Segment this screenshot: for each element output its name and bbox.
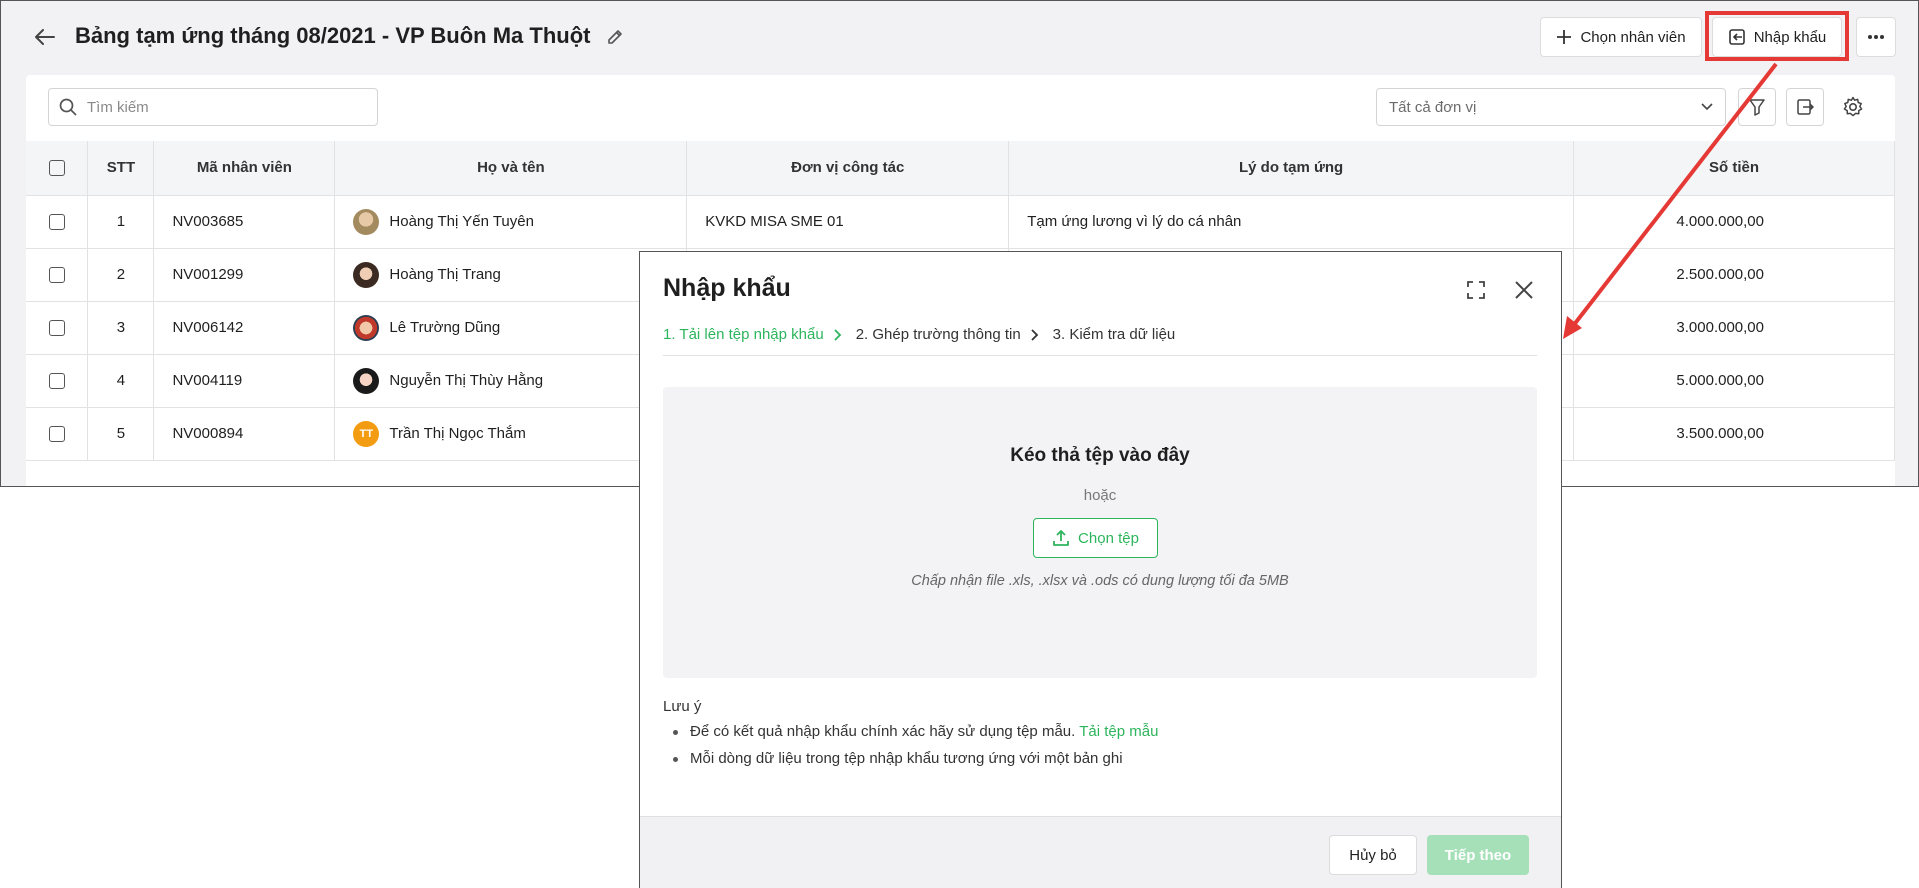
filter-icon xyxy=(1749,99,1765,116)
row-employee-name: Trần Thị Ngọc Thắm xyxy=(389,425,526,442)
gear-icon xyxy=(1843,96,1863,117)
page-title: Bảng tạm ứng tháng 08/2021 - VP Buôn Ma … xyxy=(75,23,591,48)
top-bar: Bảng tạm ứng tháng 08/2021 - VP Buôn Ma … xyxy=(1,1,1918,73)
note-item: Để có kết quả nhập khẩu chính xác hãy sử… xyxy=(663,723,1158,740)
cancel-button[interactable]: Hủy bỏ xyxy=(1329,835,1417,875)
export-icon xyxy=(1797,99,1814,115)
chevron-right-icon xyxy=(1031,326,1039,344)
dropzone-hint: Chấp nhận file .xls, .xlsx và .ods có du… xyxy=(911,573,1289,589)
row-amount: 4.000.000,00 xyxy=(1573,195,1896,249)
select-employee-label: Chọn nhân viên xyxy=(1580,28,1686,46)
row-unit: KVKD MISA SME 01 xyxy=(686,195,1010,249)
row-checkbox[interactable] xyxy=(48,267,65,284)
row-employee-code: NV006142 xyxy=(153,301,336,355)
next-button[interactable]: Tiếp theo xyxy=(1427,835,1529,875)
column-header: Lý do tạm ứng xyxy=(1008,141,1574,196)
dropzone-title: Kéo thả tệp vào đây xyxy=(1010,445,1190,466)
row-employee-code: NV004119 xyxy=(153,354,336,408)
row-reason: Tạm ứng lương vì lý do cá nhân xyxy=(1008,195,1574,249)
column-header: Số tiền xyxy=(1573,141,1896,196)
row-checkbox[interactable] xyxy=(48,426,65,443)
avatar xyxy=(353,367,380,394)
table-header-row: STT Mã nhân viên Họ và tên Đơn vị công t… xyxy=(26,141,1896,196)
header-checkbox-cell[interactable] xyxy=(26,141,89,196)
chevron-down-icon xyxy=(1701,103,1713,111)
expand-icon[interactable] xyxy=(1464,278,1488,302)
search-icon xyxy=(59,98,77,116)
unit-filter-value: Tất cả đơn vị xyxy=(1389,98,1477,116)
unit-filter-select[interactable]: Tất cả đơn vị xyxy=(1376,88,1726,126)
row-employee-name: Nguyễn Thị Thùy Hằng xyxy=(389,372,544,389)
note-list: Để có kết quả nhập khẩu chính xác hãy sử… xyxy=(663,723,1158,777)
row-amount: 3.000.000,00 xyxy=(1573,301,1896,355)
row-stt: 5 xyxy=(87,407,155,461)
avatar xyxy=(353,261,380,288)
filter-button[interactable] xyxy=(1738,88,1776,126)
note-text: Để có kết quả nhập khẩu chính xác hãy sử… xyxy=(690,723,1076,740)
more-dots-icon xyxy=(1868,35,1884,39)
select-employee-button[interactable]: Chọn nhân viên xyxy=(1540,17,1702,57)
dropzone-or: hoặc xyxy=(1083,487,1117,504)
dialog-title: Nhập khẩu xyxy=(663,274,791,302)
import-label: Nhập khẩu xyxy=(1753,28,1827,46)
step-check-data[interactable]: 3. Kiểm tra dữ liệu xyxy=(1053,326,1176,343)
close-icon[interactable] xyxy=(1512,278,1536,302)
row-employee-code: NV003685 xyxy=(153,195,336,249)
note-title: Lưu ý xyxy=(663,698,702,715)
row-checkbox[interactable] xyxy=(48,373,65,390)
row-checkbox[interactable] xyxy=(48,320,65,337)
row-employee-name: Hoàng Thị Yến Tuyên xyxy=(389,213,534,230)
table-row[interactable]: 1 NV003685 Hoàng Thị Yến Tuyên KVKD MISA… xyxy=(26,195,1896,249)
step-indicator: 1. Tải lên tệp nhập khẩu 2. Ghép trường … xyxy=(663,326,1537,356)
dialog-footer: Hủy bỏ Tiếp theo xyxy=(640,816,1561,888)
avatar: TT xyxy=(353,420,380,447)
row-employee-name: Lê Trường Dũng xyxy=(389,319,501,336)
row-employee-code: NV001299 xyxy=(153,248,336,302)
back-arrow-icon[interactable] xyxy=(31,23,59,51)
chevron-right-icon xyxy=(834,326,842,344)
row-amount: 3.500.000,00 xyxy=(1573,407,1896,461)
column-header: Họ và tên xyxy=(334,141,688,196)
row-amount: 2.500.000,00 xyxy=(1573,248,1896,302)
row-checkbox[interactable] xyxy=(48,214,65,231)
row-stt: 2 xyxy=(87,248,155,302)
choose-file-button[interactable]: Chọn tệp xyxy=(1033,518,1158,558)
import-icon xyxy=(1728,29,1745,45)
step-upload[interactable]: 1. Tải lên tệp nhập khẩu xyxy=(663,326,824,343)
column-header: STT xyxy=(87,141,155,196)
file-dropzone[interactable]: Kéo thả tệp vào đây hoặc Chọn tệp Chấp n… xyxy=(663,387,1537,678)
search-input[interactable] xyxy=(87,98,357,116)
choose-file-label: Chọn tệp xyxy=(1078,529,1139,547)
avatar xyxy=(353,314,380,341)
row-stt: 4 xyxy=(87,354,155,408)
more-options-button[interactable] xyxy=(1856,17,1896,57)
row-employee-name: Hoàng Thị Trang xyxy=(389,266,501,283)
column-header: Đơn vị công tác xyxy=(686,141,1010,196)
pencil-icon[interactable] xyxy=(603,25,627,49)
row-stt: 3 xyxy=(87,301,155,355)
upload-icon xyxy=(1053,530,1069,546)
column-header: Mã nhân viên xyxy=(153,141,336,196)
download-template-link[interactable]: Tải tệp mẫu xyxy=(1079,723,1158,740)
avatar xyxy=(353,208,380,235)
plus-icon xyxy=(1557,30,1572,44)
row-employee-code: NV000894 xyxy=(153,407,336,461)
row-stt: 1 xyxy=(87,195,155,249)
settings-button[interactable] xyxy=(1834,88,1872,126)
select-all-checkbox[interactable] xyxy=(48,160,65,177)
export-button[interactable] xyxy=(1786,88,1824,126)
import-button[interactable]: Nhập khẩu xyxy=(1712,17,1842,57)
step-mapping[interactable]: 2. Ghép trường thông tin xyxy=(856,326,1021,343)
search-box[interactable] xyxy=(48,88,378,126)
row-amount: 5.000.000,00 xyxy=(1573,354,1896,408)
import-dialog: Nhập khẩu 1. Tải lên tệp nhập khẩu 2. Gh… xyxy=(639,251,1562,888)
note-item: Mỗi dòng dữ liệu trong tệp nhập khẩu tươ… xyxy=(663,750,1158,767)
